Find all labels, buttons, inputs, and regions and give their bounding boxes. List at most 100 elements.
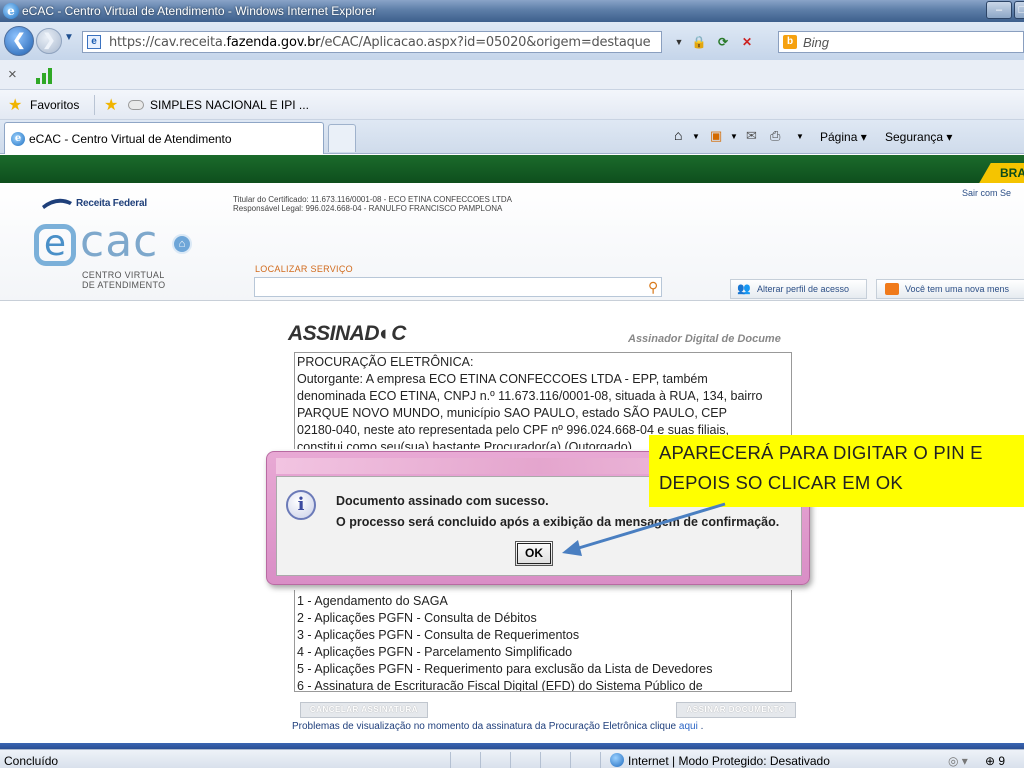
status-separator (570, 752, 571, 768)
status-separator (480, 752, 481, 768)
ecac-subtitle-1: CENTRO VIRTUAL (82, 270, 165, 280)
list-item: 6 - Assinatura de Escrituracão Fiscal Di… (297, 679, 703, 692)
list-item: 5 - Aplicações PGFN - Requerimento para … (297, 662, 713, 676)
status-separator (510, 752, 511, 768)
favorites-star-icon[interactable]: ★ (8, 95, 22, 115)
address-tools: ▼ 🔒 ⟳ ✕ (665, 31, 775, 53)
aqui-link[interactable]: aqui (679, 721, 698, 732)
tab-label: eCAC - Centro Virtual de Atendimento (29, 132, 232, 146)
favorite-link-simples[interactable]: SIMPLES NACIONAL E IPI ... (150, 98, 309, 112)
list-item: 4 - Aplicações PGFN - Parcelamento Simpl… (297, 645, 573, 659)
responsavel-legal: Responsável Legal: 996.024.668-04 - RANU… (233, 204, 503, 213)
doc-line: denominada ECO ETINA, CNPJ n.º 11.673.11… (297, 389, 763, 403)
doc-line: Outorgante: A empresa ECO ETINA CONFECCO… (297, 372, 708, 386)
bing-icon: b (783, 35, 797, 49)
new-tab-button[interactable] (328, 124, 356, 152)
dialog-message-1: Documento assinado com sucesso. (336, 494, 549, 508)
envelope-icon (885, 283, 899, 295)
arrow-annotation (562, 502, 726, 556)
alterar-perfil-button[interactable]: 👥 Alterar perfil de acesso (730, 279, 867, 299)
status-separator (540, 752, 541, 768)
link-icon (128, 100, 144, 110)
status-separator (600, 752, 601, 768)
home-icon[interactable]: ⌂ (674, 127, 682, 143)
security-zone[interactable]: Internet | Modo Protegido: Desativado (628, 754, 830, 768)
minimize-button[interactable]: – (986, 1, 1012, 19)
print-icon[interactable]: ⎙ (770, 128, 780, 144)
protected-mode-icon[interactable]: ◎ ▾ (948, 754, 968, 768)
stop-icon[interactable]: ✕ (739, 34, 755, 50)
problemas-label: Problemas de visualização no momento da … (292, 721, 677, 732)
address-dropdown-icon[interactable]: ▼ (671, 34, 687, 50)
window-title-bar: e eCAC - Centro Virtual de Atendimento -… (0, 0, 1024, 22)
close-toolbar-icon[interactable]: × (8, 66, 17, 83)
status-separator (450, 752, 451, 768)
window-title: eCAC - Centro Virtual de Atendimento - W… (22, 4, 376, 18)
gov-banner (0, 155, 1024, 183)
pagina-menu[interactable]: Página ▾ (820, 130, 867, 144)
list-item: 1 - Agendamento do SAGA (297, 594, 448, 608)
tab-ecac[interactable]: e eCAC - Centro Virtual de Atendimento (4, 122, 324, 154)
assinador-subtitle: Assinador Digital de Docume (628, 333, 781, 345)
titular-certificado: Titular do Certificado: 11.673.116/0001-… (233, 195, 512, 204)
ecac-logo-cac[interactable]: cac (80, 216, 158, 267)
zoom-level[interactable]: ⊕ 9 (985, 754, 1005, 768)
status-text: Concluído (4, 754, 59, 768)
address-input[interactable]: e https://cav.receita.fazenda.gov.br/eCA… (82, 31, 662, 53)
ecac-subtitle-2: DE ATENDIMENTO (82, 280, 166, 290)
signal-icon (36, 66, 58, 84)
doc-line: PARQUE NOVO MUNDO, município SAO PAULO, … (297, 406, 727, 420)
print-dropdown-icon[interactable]: ▼ (796, 132, 804, 141)
add-favorite-icon[interactable]: ★ (104, 95, 118, 115)
refresh-icon[interactable]: ⟳ (715, 34, 731, 50)
globe-icon (610, 753, 624, 767)
nova-mensagem-button[interactable]: Você tem uma nova mens (876, 279, 1024, 299)
favorites-separator (94, 95, 95, 115)
page-icon: e (87, 35, 101, 49)
search-placeholder: Bing (803, 35, 830, 50)
info-icon: i (286, 490, 316, 520)
ok-button[interactable]: OK (515, 541, 553, 566)
feeds-icon[interactable]: ▣ (710, 128, 722, 144)
callout-line-1: APARECERÁ PARA DIGITAR O PIN E (659, 442, 983, 463)
sair-link[interactable]: Sair com Se (962, 188, 1011, 198)
ecac-logo-e[interactable]: e (34, 224, 76, 266)
assinar-documento-button[interactable]: ASSINAR DOCUMENTO (676, 702, 796, 718)
ie-icon: e (3, 3, 19, 19)
mail-icon[interactable]: ✉ (746, 128, 757, 144)
seguranca-menu[interactable]: Segurança ▾ (885, 130, 952, 144)
callout-line-2: DEPOIS SO CLICAR EM OK (659, 472, 903, 493)
lock-icon[interactable]: 🔒 (691, 34, 707, 50)
search-input[interactable]: b Bing (778, 31, 1024, 53)
doc-line: PROCURAÇÃO ELETRÔNICA: (297, 355, 474, 369)
favorites-button[interactable]: Favoritos (30, 98, 79, 112)
tab-ie-icon: e (11, 132, 25, 146)
problemas-text: Problemas de visualização no momento da … (292, 721, 703, 732)
forward-button[interactable]: ❯ (36, 28, 62, 54)
brasil-text: BRA (1000, 166, 1024, 180)
history-dropdown-icon[interactable]: ▼ (64, 32, 74, 43)
localizar-input[interactable] (254, 277, 662, 297)
nova-mensagem-label: Você tem uma nova mens (905, 284, 1010, 294)
back-button[interactable]: ❮ (4, 26, 34, 56)
assinador-logo: ASSINAD◐C (288, 322, 406, 345)
people-icon: 👥 (737, 283, 751, 295)
addon-toolbar (0, 60, 1024, 90)
alterar-perfil-label: Alterar perfil de acesso (757, 284, 850, 294)
home-dropdown-icon[interactable]: ▼ (692, 132, 700, 141)
doc-line: constitui como seu(sua) bastante Procura… (297, 440, 632, 449)
list-item: 3 - Aplicações PGFN - Consulta de Requer… (297, 628, 580, 642)
status-bar (0, 749, 1024, 768)
list-item: 2 - Aplicações PGFN - Consulta de Débito… (297, 611, 537, 625)
receita-federal-text: Receita Federal (76, 198, 147, 209)
feeds-dropdown-icon[interactable]: ▼ (730, 132, 738, 141)
maximize-button[interactable]: □ (1014, 1, 1024, 19)
search-icon[interactable]: ⚲ (648, 279, 658, 296)
ecac-home-icon[interactable]: ⌂ (172, 234, 192, 254)
cancelar-assinatura-button[interactable]: CANCELAR ASSINATURA (300, 702, 428, 718)
problemas-dot: . (700, 721, 704, 732)
url-text: https://cav.receita.fazenda.gov.br/eCAC/… (109, 35, 651, 50)
localizar-label: LOCALIZAR SERVIÇO (255, 264, 353, 274)
servicos-list: 1 - Agendamento do SAGA 2 - Aplicações P… (294, 590, 792, 692)
receita-federal-logo-icon (42, 198, 72, 209)
